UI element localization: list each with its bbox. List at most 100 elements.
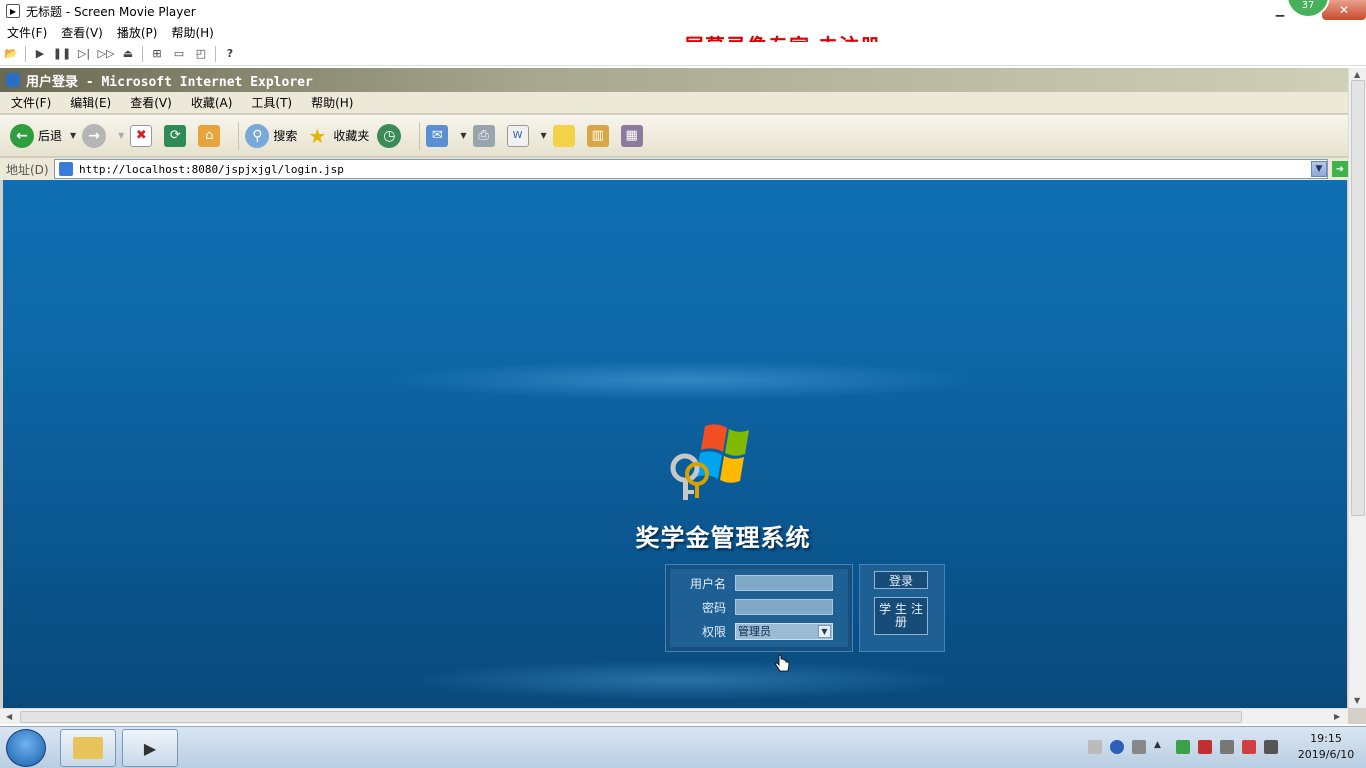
network-icon[interactable]: [1132, 740, 1146, 754]
security-icon[interactable]: [1176, 740, 1190, 754]
book-icon: ▥: [586, 124, 609, 147]
action-panel: 登录 学生注册: [859, 564, 945, 652]
open-file-icon[interactable]: 📂: [0, 44, 22, 64]
clock[interactable]: 19:15 2019/6/10: [1292, 731, 1360, 763]
player-menu-file[interactable]: 文件(F): [0, 24, 54, 41]
login-button[interactable]: 登录: [874, 571, 928, 589]
clock-time: 19:15: [1310, 732, 1342, 745]
keyboard-icon[interactable]: [1088, 740, 1102, 754]
fit-window-icon[interactable]: ⊞: [146, 44, 168, 64]
windows-keys-logo-icon: [670, 424, 749, 500]
forward-dropdown-icon[interactable]: ▼: [118, 131, 124, 140]
history-icon: ◷: [377, 123, 402, 148]
app-tray-icon[interactable]: [1198, 740, 1212, 754]
help-icon[interactable]: ?: [219, 44, 241, 64]
player-window-title: 无标题 - Screen Movie Player: [26, 4, 196, 19]
ie-menu-tools[interactable]: 工具(T): [240, 94, 300, 111]
ie-title-bar: 用户登录 - Microsoft Internet Explorer: [0, 68, 1348, 92]
login-page: 奖学金管理系统 用户名 密码 权限 管理员 ▼ 登录 学生注册: [3, 180, 1347, 708]
print-button[interactable]: ⎙: [472, 124, 499, 147]
toolbar-separator: [419, 121, 421, 150]
role-select[interactable]: 管理员 ▼: [735, 622, 833, 640]
signal-icon[interactable]: [1264, 740, 1278, 754]
refresh-button[interactable]: ⟳: [164, 124, 190, 147]
username-row: 用户名: [666, 573, 854, 593]
back-dropdown-icon[interactable]: ▼: [70, 131, 76, 140]
player-title-bar: ▶ 无标题 - Screen Movie Player ▁ ▢ ✕ 37: [0, 0, 1366, 22]
decorative-glow: [403, 660, 963, 700]
window-mode-icon[interactable]: ◰: [190, 44, 212, 64]
page-icon: [59, 162, 73, 176]
scroll-up-icon[interactable]: ▲: [1354, 70, 1360, 79]
favorites-button[interactable]: ★ 收藏夹: [305, 124, 369, 148]
search-button[interactable]: ⚲ 搜索: [245, 123, 298, 148]
ie-menu-edit[interactable]: 编辑(E): [59, 94, 119, 111]
stop-icon[interactable]: ⏏: [117, 44, 139, 64]
role-row: 权限 管理员 ▼: [666, 621, 854, 641]
player-icon: ▶: [143, 738, 157, 758]
home-icon: ⌂: [198, 124, 221, 147]
player-menu-view[interactable]: 查看(V): [54, 24, 110, 41]
go-arrow-icon[interactable]: ➜: [1332, 161, 1348, 177]
decorative-glow: [383, 360, 983, 400]
scroll-right-icon[interactable]: ▶: [1334, 712, 1340, 721]
start-button[interactable]: [6, 729, 46, 767]
horizontal-scrollbar[interactable]: ◀ ▶: [0, 708, 1348, 724]
edit-dropdown-icon[interactable]: ▼: [541, 131, 547, 140]
address-label: 地址(D): [6, 162, 49, 177]
ie-window-title: 用户登录 - Microsoft Internet Explorer: [26, 74, 313, 90]
address-bar: 地址(D) http://localhost:8080/jspjxjgl/log…: [0, 158, 1366, 180]
forward-button[interactable]: →: [82, 123, 110, 148]
explorer-taskbar-button[interactable]: [60, 729, 116, 767]
fullscreen-icon[interactable]: ▭: [168, 44, 190, 64]
toolbar-separator: [142, 45, 143, 62]
edit-button[interactable]: W: [506, 124, 533, 147]
show-hidden-icon[interactable]: ▲: [1154, 740, 1168, 754]
back-label: 后退: [38, 129, 63, 143]
stop-button[interactable]: ✖: [130, 124, 156, 147]
back-button[interactable]: ← 后退: [10, 123, 63, 148]
chevron-down-icon[interactable]: ▼: [818, 624, 831, 638]
ie-menu-help[interactable]: 帮助(H): [300, 94, 361, 111]
scroll-down-icon[interactable]: ▼: [1354, 696, 1360, 705]
search-label: 搜索: [273, 129, 298, 143]
discuss-button[interactable]: [552, 124, 579, 147]
password-input[interactable]: [735, 599, 833, 615]
vertical-scrollbar[interactable]: ▲ ▼: [1348, 68, 1366, 708]
play-icon[interactable]: ▶: [29, 44, 51, 64]
search-icon: ⚲: [245, 123, 270, 148]
ie-menu-favorites[interactable]: 收藏(A): [180, 94, 241, 111]
vertical-scroll-thumb[interactable]: [1351, 80, 1365, 516]
student-register-button[interactable]: 学生注册: [874, 597, 928, 635]
note-icon: [552, 124, 575, 147]
home-button[interactable]: ⌂: [198, 124, 224, 147]
volume-icon[interactable]: [1220, 740, 1234, 754]
horizontal-scroll-thumb[interactable]: [20, 711, 1242, 723]
player-taskbar-button[interactable]: ▶: [122, 729, 178, 767]
address-dropdown-icon[interactable]: ▼: [1311, 161, 1327, 177]
login-form: 用户名 密码 权限 管理员 ▼: [665, 564, 853, 652]
flag-icon[interactable]: [1242, 740, 1256, 754]
fast-forward-icon[interactable]: ▷▷: [95, 44, 117, 64]
username-label: 用户名: [689, 576, 726, 591]
username-input[interactable]: [735, 575, 833, 591]
research-button[interactable]: ▥: [586, 124, 613, 147]
back-arrow-icon: ←: [10, 123, 34, 148]
ie-menu-file[interactable]: 文件(F): [0, 94, 59, 111]
mail-button[interactable]: ✉: [426, 124, 452, 147]
scroll-left-icon[interactable]: ◀: [6, 712, 12, 721]
player-menu-help[interactable]: 帮助(H): [164, 24, 220, 41]
player-menu-play[interactable]: 播放(P): [110, 24, 165, 41]
system-tray: ▲ 19:15 2019/6/10: [1084, 731, 1360, 763]
pause-icon[interactable]: ❚❚: [51, 44, 73, 64]
mail-dropdown-icon[interactable]: ▼: [460, 131, 466, 140]
messenger-button[interactable]: ▦: [620, 124, 647, 147]
mail-icon: ✉: [426, 124, 449, 147]
step-forward-icon[interactable]: ▷|: [73, 44, 95, 64]
help-tray-icon[interactable]: [1110, 740, 1124, 754]
address-url: http://localhost:8080/jspjxjgl/login.jsp: [79, 162, 344, 176]
address-input[interactable]: http://localhost:8080/jspjxjgl/login.jsp: [54, 159, 1328, 179]
ie-menu-view[interactable]: 查看(V): [119, 94, 180, 111]
history-button[interactable]: ◷: [377, 123, 405, 148]
ie-toolbar: ← 后退 ▼ → ▼ ✖ ⟳ ⌂ ⚲ 搜索 ★ 收藏夹 ◷ ✉ ▼ ⎙ W ▼ …: [0, 115, 1348, 157]
